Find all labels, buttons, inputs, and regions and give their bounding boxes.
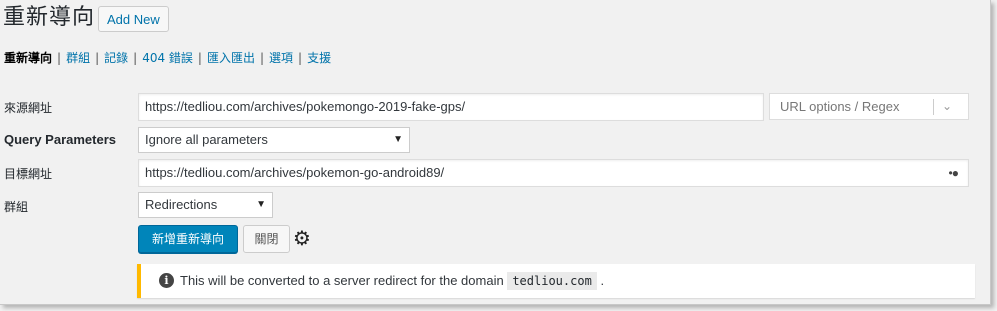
subnav-404-errors[interactable]: 404 錯誤 — [142, 51, 193, 65]
source-url-label: 來源網址 — [4, 101, 53, 115]
group-value: Redirections — [145, 197, 218, 212]
notice-text: This will be converted to a server redir… — [180, 273, 504, 288]
url-options-placeholder: URL options / Regex — [780, 99, 900, 114]
subnav-groups[interactable]: 群組 — [66, 51, 90, 65]
gear-icon[interactable]: ⚙ — [293, 226, 311, 250]
notice-suffix: . — [600, 273, 605, 288]
dropdown-arrow-icon: ▼ — [256, 199, 266, 210]
subnav-support[interactable]: 支援 — [307, 51, 331, 65]
group-select[interactable]: Redirections ▼ — [138, 192, 273, 218]
target-url-value: https://tedliou.com/archives/pokemon-go-… — [145, 165, 445, 180]
dropdown-arrow-icon: ▼ — [393, 134, 403, 145]
close-button[interactable]: 關閉 — [243, 225, 290, 253]
query-parameters-label: Query Parameters — [4, 132, 117, 147]
app-window: 重新導向 Add New 重新導向 | 群組 | 記錄 | 404 錯誤 | 匯入匯出 | 選項 | 支… — [0, 0, 991, 305]
target-url-label: 目標網址 — [4, 167, 53, 181]
url-options-divider — [933, 99, 934, 115]
subnav-options[interactable]: 選項 — [269, 51, 293, 65]
add-new-button[interactable]: Add New — [98, 6, 169, 32]
add-redirect-button[interactable]: 新增重新導向 — [138, 225, 238, 253]
query-parameters-select[interactable]: Ignore all parameters ▼ — [138, 127, 410, 153]
subnav-log[interactable]: 記錄 — [104, 51, 128, 65]
url-options-select[interactable]: URL options / Regex ⌄ — [769, 93, 969, 120]
subnav-redirects[interactable]: 重新導向 — [4, 51, 52, 65]
notice-domain: tedliou.com — [507, 272, 597, 290]
subnav-import-export[interactable]: 匯入匯出 — [207, 51, 255, 65]
sub-navigation: 重新導向 | 群組 | 記錄 | 404 錯誤 | 匯入匯出 | 選項 | 支援 — [4, 51, 332, 65]
query-parameters-value: Ignore all parameters — [145, 132, 268, 147]
target-url-input[interactable]: https://tedliou.com/archives/pokemon-go-… — [138, 159, 969, 187]
source-url-input[interactable]: https://tedliou.com/archives/pokemongo-2… — [138, 93, 764, 121]
chevron-down-icon: ⌄ — [942, 99, 953, 113]
info-icon: i — [159, 273, 174, 289]
page-title: 重新導向 — [3, 5, 96, 30]
dots-icon[interactable]: •● — [949, 160, 960, 186]
server-redirect-notice: i This will be converted to a server redi… — [137, 264, 975, 298]
group-label: 群組 — [4, 200, 29, 214]
